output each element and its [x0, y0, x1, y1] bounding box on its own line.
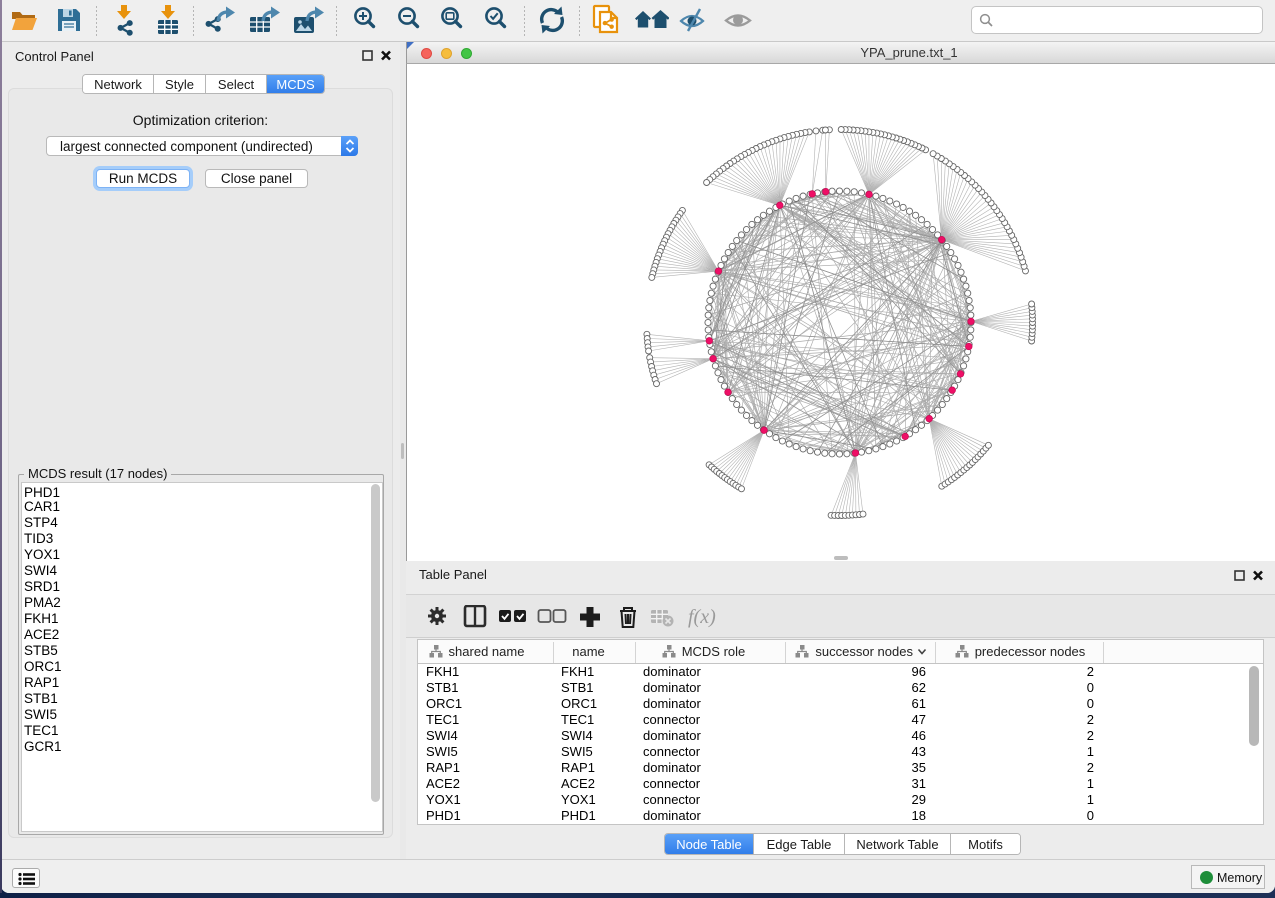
svg-text:f(x): f(x): [688, 606, 716, 628]
